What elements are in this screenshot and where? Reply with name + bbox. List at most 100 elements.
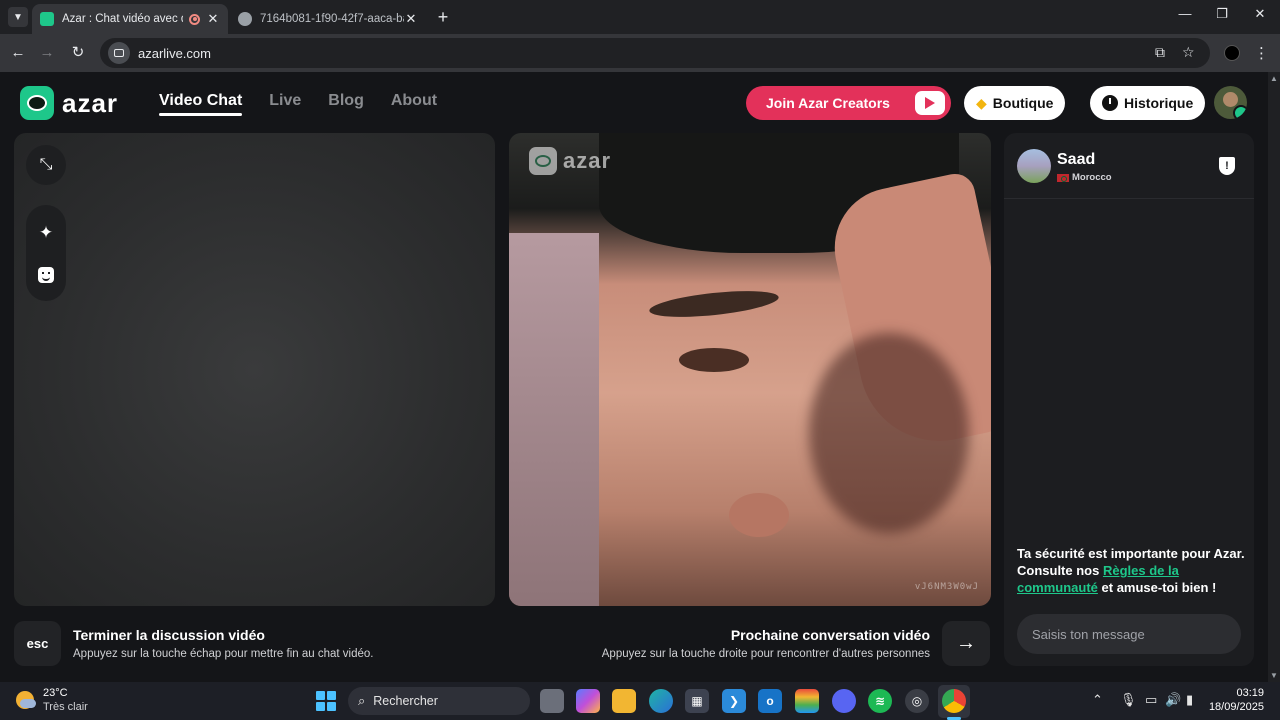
partner-avatar[interactable] <box>1017 149 1051 183</box>
taskbar-search-label: Rechercher <box>373 694 438 708</box>
tab-title: 7164b081-1f90-42f7-aaca-ba16 <box>260 13 404 25</box>
report-shield-icon[interactable]: ! <box>1219 157 1235 175</box>
partner-name: Saad <box>1057 151 1096 168</box>
clock-date[interactable]: 18/09/2025 <box>1209 701 1264 713</box>
azar-logo-mark-icon <box>20 86 54 120</box>
globe-favicon-icon <box>238 12 252 26</box>
nav-blog[interactable]: Blog <box>328 92 364 116</box>
obs-icon[interactable]: ◎ <box>905 689 929 713</box>
weather-description[interactable]: Très clair <box>43 701 88 713</box>
user-avatar[interactable] <box>1214 86 1247 119</box>
video-azar-watermark: azar <box>529 147 611 175</box>
azar-favicon-icon <box>40 12 54 26</box>
my-video-panel: ⤡ ✦ <box>14 133 495 606</box>
tab-close-icon[interactable]: ✕ <box>206 11 220 27</box>
install-app-icon[interactable]: ⧉ <box>1155 44 1165 61</box>
window-close-icon[interactable]: ✕ <box>1250 6 1270 22</box>
scroll-down-icon[interactable]: ▼ <box>1270 671 1278 680</box>
back-arrow-icon[interactable]: ← <box>8 43 28 63</box>
historique-button[interactable]: Historique <box>1090 86 1206 120</box>
partner-country: Morocco <box>1057 172 1112 183</box>
vscode-icon[interactable]: ❯ <box>722 689 746 713</box>
tab-list-chevron-icon[interactable]: ▼ <box>8 7 28 27</box>
azar-logo[interactable]: azar <box>20 86 118 120</box>
diamond-icon: ◆ <box>976 94 987 111</box>
address-bar[interactable]: azarlive.com ⧉ ☆ <box>100 38 1210 68</box>
logo-text: azar <box>62 87 119 118</box>
end-chat-title: Terminer la discussion vidéo <box>73 627 265 643</box>
next-chat-title: Prochaine conversation vidéo <box>730 627 930 643</box>
bluestacks-icon[interactable] <box>795 689 819 713</box>
discord-icon[interactable] <box>832 689 856 713</box>
new-tab-plus-icon[interactable]: + <box>434 7 452 27</box>
windows-start-icon[interactable] <box>316 691 336 711</box>
taskbar-search[interactable]: ⌕ Rechercher <box>348 687 530 715</box>
stream-code: vJ6NM3W0wJ <box>914 582 979 592</box>
minimize-icon[interactable]: — <box>1175 6 1195 21</box>
collapse-screen-icon[interactable]: ⤡ <box>26 145 66 185</box>
chat-header: Saad Morocco ! <box>1004 133 1254 199</box>
browser-tab-bar: ▼ Azar : Chat vidéo avec de n ✕ 7164b081… <box>0 0 1280 34</box>
morocco-flag-icon <box>1057 173 1069 182</box>
browser-tab-second[interactable]: 7164b081-1f90-42f7-aaca-ba16 ✕ <box>230 4 426 34</box>
tray-chevron-icon[interactable]: ⌃ <box>1092 692 1103 708</box>
bookmark-star-icon[interactable]: ☆ <box>1182 44 1195 61</box>
play-video-icon <box>915 91 945 115</box>
join-creators-label: Join Azar Creators <box>766 95 890 111</box>
clock-time[interactable]: 03:19 <box>1236 687 1264 699</box>
windows-taskbar: 23°C Très clair ⌕ Rechercher ▦ ❯ o ≋ ◎ ⌃… <box>0 682 1280 720</box>
network-icon[interactable]: ▭ <box>1145 692 1157 708</box>
weather-icon[interactable] <box>16 691 36 709</box>
volume-icon[interactable]: 🔊 <box>1165 692 1181 708</box>
copilot-icon[interactable] <box>576 689 600 713</box>
boutique-button[interactable]: ◆ Boutique <box>964 86 1066 120</box>
spotify-icon[interactable]: ≋ <box>868 689 892 713</box>
maximize-icon[interactable]: ❐ <box>1212 6 1232 22</box>
partner-video: azar vJ6NM3W0wJ <box>509 133 991 606</box>
browser-profile-avatar[interactable] <box>1224 45 1240 61</box>
esc-button[interactable]: esc <box>14 621 61 666</box>
face-filter-icon[interactable] <box>26 255 66 295</box>
chrome-icon[interactable] <box>942 689 966 713</box>
next-arrow-button[interactable]: → <box>942 621 990 666</box>
tab-close-icon[interactable]: ✕ <box>404 11 418 27</box>
sparkle-effects-icon[interactable]: ✦ <box>26 213 66 253</box>
browser-tab-azar[interactable]: Azar : Chat vidéo avec de n ✕ <box>32 4 228 34</box>
message-input[interactable] <box>1017 614 1241 654</box>
outlook-icon[interactable]: o <box>758 689 782 713</box>
site-camera-icon[interactable] <box>108 42 130 64</box>
watermark-text: azar <box>563 148 612 173</box>
next-chat-subtitle: Appuyez sur la touche droite pour rencon… <box>601 648 930 660</box>
browser-toolbar: ← → ↻ azarlive.com ⧉ ☆ <box>0 34 1280 72</box>
search-icon: ⌕ <box>358 693 366 708</box>
nav-about[interactable]: About <box>391 92 437 116</box>
address-url[interactable]: azarlive.com <box>138 46 211 61</box>
browser-menu-icon[interactable]: ⋮ <box>1254 44 1269 62</box>
microphone-icon[interactable]: 🎙 <box>1120 692 1137 708</box>
join-azar-creators-button[interactable]: Join Azar Creators <box>746 86 951 120</box>
battery-icon[interactable]: ▮ <box>1186 692 1193 708</box>
edge-icon[interactable] <box>649 689 673 713</box>
page-scrollbar[interactable]: ▲ ▼ <box>1268 72 1280 682</box>
chat-panel: Saad Morocco ! Ta sécurité est important… <box>1004 133 1254 666</box>
azar-page: azar Video Chat Live Blog About Join Aza… <box>0 72 1268 682</box>
task-view-icon[interactable] <box>540 689 564 713</box>
safety-text-suffix: et amuse-toi bien ! <box>1097 580 1217 595</box>
historique-label: Historique <box>1124 95 1194 111</box>
boutique-label: Boutique <box>992 95 1054 111</box>
tab-title: Azar : Chat vidéo avec de n <box>62 13 183 25</box>
nav-live[interactable]: Live <box>269 92 301 116</box>
partner-country-label: Morocco <box>1072 172 1112 183</box>
microsoft-store-icon[interactable]: ▦ <box>685 689 709 713</box>
temperature[interactable]: 23°C <box>43 687 68 699</box>
forward-arrow-icon[interactable]: → <box>37 43 57 63</box>
nav-video-chat[interactable]: Video Chat <box>159 92 243 116</box>
recording-indicator-icon <box>189 13 200 25</box>
scroll-up-icon[interactable]: ▲ <box>1270 74 1278 83</box>
safety-notice: Ta sécurité est importante pour Azar. Co… <box>1017 545 1245 596</box>
main-nav: Video Chat Live Blog About <box>159 92 437 116</box>
reload-icon[interactable]: ↻ <box>68 43 88 63</box>
clock-icon <box>1102 95 1118 111</box>
effects-toolbar: ✦ <box>26 205 66 301</box>
file-explorer-icon[interactable] <box>612 689 636 713</box>
